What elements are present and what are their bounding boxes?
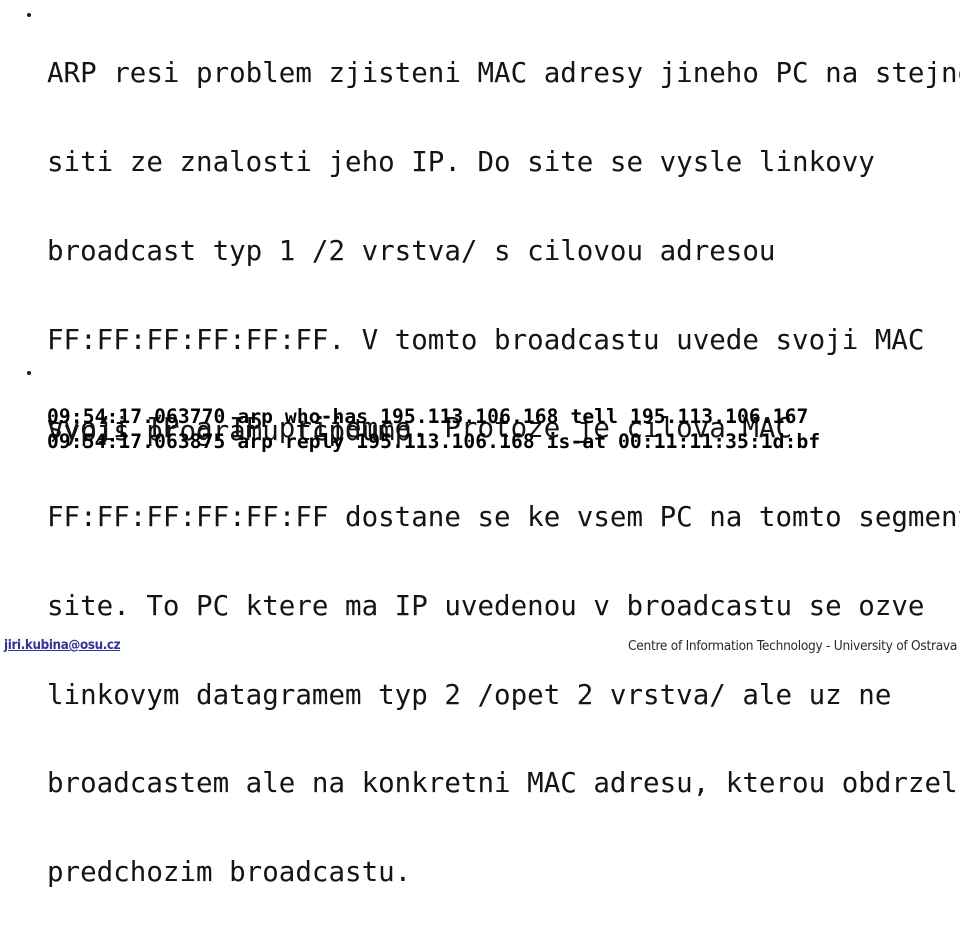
bullet-dot-icon: [27, 13, 31, 17]
tcpdump-line: 09:54:17.063875 arp reply 195.113.106.16…: [47, 430, 821, 453]
text-line: predchozim broadcastu.: [47, 856, 412, 889]
text-line: linkovym datagramem typ 2 /opet 2 vrstva…: [47, 678, 892, 711]
text-line: site. To PC ktere ma IP uvedenou v broad…: [47, 589, 925, 622]
text-line: ARP resi problem zjisteni MAC adresy jin…: [47, 57, 960, 90]
footer-email-link[interactable]: jiri.kubina@osu.cz: [4, 638, 121, 653]
slide-canvas: ARP resi problem zjisteni MAC adresy jin…: [0, 0, 960, 887]
text-line: broadcast typ 1 /2 vrstva/ s cilovou adr…: [47, 234, 776, 267]
tcpdump-line: 09:54:17.063770 arp who-has 195.113.106.…: [47, 405, 809, 428]
tcpdump-output: 09:54:17.063770 arp who-has 195.113.106.…: [47, 404, 947, 454]
slide-footer: jiri.kubina@osu.cz Centre of Information…: [0, 634, 960, 668]
text-line: siti ze znalosti jeho IP. Do site se vys…: [47, 145, 875, 178]
text-line: FF:FF:FF:FF:FF:FF dostane se ke vsem PC …: [47, 501, 960, 534]
text-line: FF:FF:FF:FF:FF:FF. V tomto broadcastu uv…: [47, 323, 925, 356]
footer-organization-label: Centre of Information Technology - Unive…: [627, 639, 957, 654]
text-line: broadcastem ale na konkretni MAC adresu,…: [47, 767, 960, 800]
bullet-dot-icon: [27, 371, 31, 375]
